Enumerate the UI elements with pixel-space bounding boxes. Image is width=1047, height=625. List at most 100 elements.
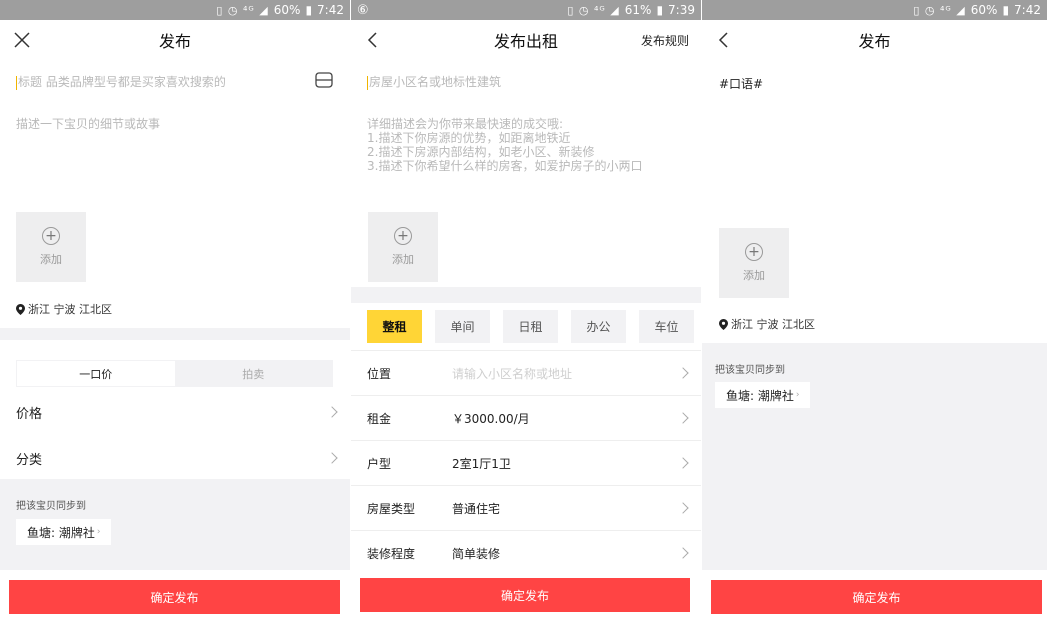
layout-value: 2室1厅1卫 <box>452 456 511 471</box>
tab-whole-rent[interactable]: 整租 <box>367 310 422 343</box>
rent-label: 租金 <box>367 411 392 426</box>
status-left: ⑥ <box>357 2 369 18</box>
battery-percent: 60% <box>273 3 301 17</box>
chevron-right-icon <box>677 412 689 424</box>
battery-percent: 60% <box>970 3 998 17</box>
fish-pond-chip[interactable]: 鱼塘: 潮牌社 › <box>16 519 112 545</box>
category-row[interactable]: 分类 <box>0 446 350 470</box>
location-placeholder: 请输入小区名称或地址 <box>452 366 573 381</box>
location-text: 浙江 宁波 江北区 <box>731 318 815 331</box>
text-caret <box>367 75 368 90</box>
sync-section <box>702 343 1047 570</box>
confirm-publish-button[interactable]: 确定发布 <box>711 580 1042 614</box>
section-divider <box>0 328 350 340</box>
location[interactable]: 浙江 宁波 江北区 <box>719 316 815 332</box>
battery-icon: ▮ <box>305 3 313 17</box>
add-photo-button[interactable]: + 添加 <box>719 228 789 298</box>
rent-value: ￥3000.00/月 <box>452 411 530 426</box>
back-icon[interactable] <box>712 28 736 52</box>
nav-bar: 发布出租 发布规则 <box>351 20 701 60</box>
description-line: 1.描述下你房源的优势，如距离地铁近 <box>367 131 571 145</box>
fish-pond-name: 鱼塘: 潮牌社 <box>726 388 794 403</box>
status-bar: ▯ ◷ ⁴ᴳ ◢ 60% ▮ 7:42 <box>0 0 350 20</box>
status-bar: ▯ ◷ ⁴ᴳ ◢ 60% ▮ 7:42 <box>702 0 1047 20</box>
location-text: 浙江 宁波 江北区 <box>28 303 112 316</box>
layout-label: 户型 <box>367 456 392 471</box>
property-name-placeholder: 房屋小区名或地标性建筑 <box>369 75 502 89</box>
plus-icon: + <box>394 227 412 245</box>
tab-single-room[interactable]: 单间 <box>435 310 490 343</box>
add-photo-button[interactable]: + 添加 <box>16 212 86 282</box>
fish-pond-name: 鱼塘: 潮牌社 <box>27 525 95 540</box>
chevron-right-icon: › <box>795 390 800 400</box>
description-input[interactable]: 描述一下宝贝的细节或故事 <box>16 117 160 131</box>
confirm-publish-button[interactable]: 确定发布 <box>9 580 340 614</box>
back-icon[interactable] <box>361 28 385 52</box>
title-input[interactable]: 标题 品类品牌型号都是买家喜欢搜索的 <box>16 73 226 90</box>
publish-rules-link[interactable]: 发布规则 <box>641 32 689 49</box>
status-icons: ▯ ◷ ⁴ᴳ ◢ <box>913 3 966 17</box>
plus-icon: + <box>745 243 763 261</box>
clock: 7:42 <box>317 3 344 17</box>
tab-daily-rent[interactable]: 日租 <box>503 310 558 343</box>
chevron-right-icon <box>326 406 338 418</box>
add-photo-button[interactable]: + 添加 <box>368 212 438 282</box>
screen-publish-item: ▯ ◷ ⁴ᴳ ◢ 60% ▮ 7:42 发布 标题 品类品牌型号都是买家喜欢搜索… <box>0 0 350 625</box>
status-bar: ⑥ ▯ ◷ ⁴ᴳ ◢ 61% ▮ 7:39 <box>351 0 701 20</box>
status-icons: ▯ ◷ ⁴ᴳ ◢ <box>216 3 269 17</box>
location-pin-icon <box>719 318 728 330</box>
content-input[interactable]: #口语# <box>719 75 763 92</box>
nav-bar: 发布 <box>702 20 1047 60</box>
chevron-right-icon <box>677 367 689 379</box>
description-input[interactable]: 详细描述会为你带来最快速的成交哦: 1.描述下你房源的优势，如距离地铁近 2.描… <box>367 117 642 173</box>
screen-publish-rental: ⑥ ▯ ◷ ⁴ᴳ ◢ 61% ▮ 7:39 发布出租 发布规则 房屋小区名或地标… <box>351 0 701 625</box>
location-row[interactable]: 位置 请输入小区名称或地址 <box>351 350 701 395</box>
battery-percent: 61% <box>624 3 652 17</box>
clock: 7:42 <box>1014 3 1041 17</box>
price-label: 价格 <box>16 406 43 422</box>
confirm-publish-button[interactable]: 确定发布 <box>360 578 690 612</box>
rent-row[interactable]: 租金 ￥3000.00/月 <box>351 395 701 440</box>
price-row[interactable]: 价格 <box>0 400 350 424</box>
tab-fixed-price[interactable]: 一口价 <box>17 361 175 386</box>
clock: 7:39 <box>668 3 695 17</box>
page-title: 发布 <box>858 32 891 51</box>
add-label: 添加 <box>392 253 414 266</box>
decoration-value: 简单装修 <box>452 546 501 561</box>
layout-row[interactable]: 户型 2室1厅1卫 <box>351 440 701 485</box>
description-line: 详细描述会为你带来最快速的成交哦: <box>367 117 564 131</box>
tab-auction[interactable]: 拍卖 <box>175 361 333 386</box>
text-caret <box>16 75 17 90</box>
tab-parking[interactable]: 车位 <box>639 310 694 343</box>
house-type-value: 普通住宅 <box>452 501 501 516</box>
scan-icon[interactable] <box>315 72 333 88</box>
chevron-right-icon: › <box>96 527 101 537</box>
decoration-label: 装修程度 <box>367 546 416 561</box>
battery-icon: ▮ <box>1002 3 1010 17</box>
property-name-input[interactable]: 房屋小区名或地标性建筑 <box>367 73 501 90</box>
house-type-label: 房屋类型 <box>367 501 416 516</box>
chevron-right-icon <box>326 452 338 464</box>
status-icons: ▯ ◷ ⁴ᴳ ◢ <box>567 3 620 17</box>
rental-type-tabs: 整租 单间 日租 办公 车位 <box>367 310 694 343</box>
page-title: 发布 <box>158 32 191 51</box>
decoration-row[interactable]: 装修程度 简单装修 <box>351 530 701 575</box>
fish-pond-chip[interactable]: 鱼塘: 潮牌社 › <box>715 382 811 408</box>
plus-icon: + <box>42 227 60 245</box>
sync-label: 把该宝贝同步到 <box>16 501 86 512</box>
description-line: 2.描述下房源内部结构，如老小区、新装修 <box>367 145 595 159</box>
add-label: 添加 <box>40 253 62 266</box>
price-mode-tabs: 一口价 拍卖 <box>16 360 333 387</box>
chevron-right-icon <box>677 547 689 559</box>
nav-bar: 发布 <box>0 20 350 60</box>
category-label: 分类 <box>16 452 43 468</box>
location-label: 位置 <box>367 366 392 381</box>
add-label: 添加 <box>743 269 765 282</box>
house-type-row[interactable]: 房屋类型 普通住宅 <box>351 485 701 530</box>
title-placeholder: 标题 品类品牌型号都是买家喜欢搜索的 <box>18 75 226 89</box>
location[interactable]: 浙江 宁波 江北区 <box>16 301 112 317</box>
close-icon[interactable] <box>10 28 34 52</box>
page-title: 发布出租 <box>493 32 558 51</box>
tab-office[interactable]: 办公 <box>571 310 626 343</box>
chevron-right-icon <box>677 457 689 469</box>
